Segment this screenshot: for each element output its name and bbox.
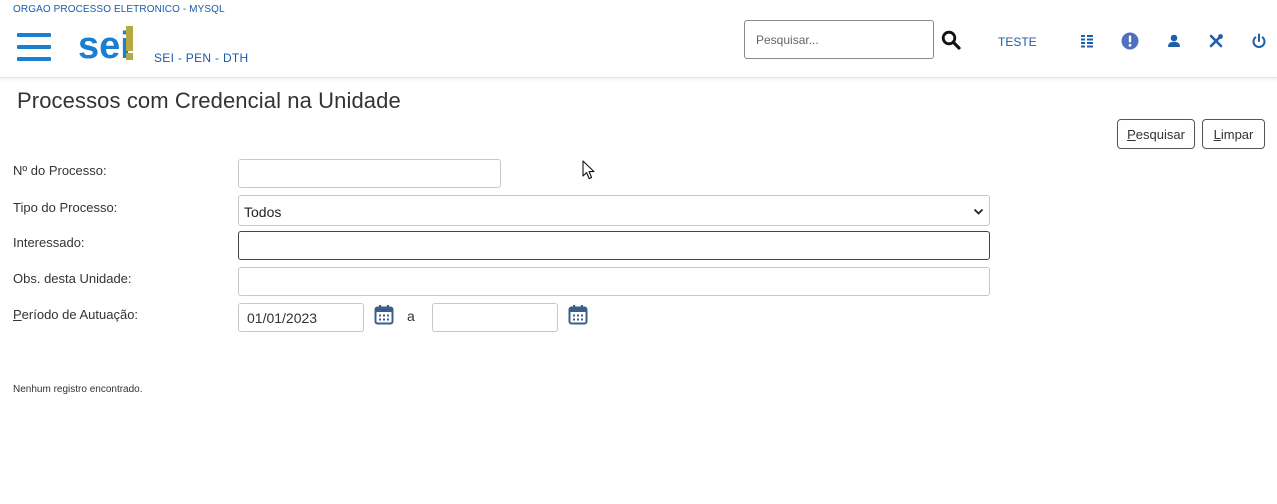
user-icon[interactable] bbox=[1165, 32, 1183, 50]
grid-list-icon[interactable] bbox=[1078, 32, 1096, 50]
clear-button[interactable]: Limpar bbox=[1202, 119, 1265, 149]
sei-logo[interactable]: sei bbox=[78, 22, 138, 64]
info-alert-icon[interactable] bbox=[1121, 32, 1139, 50]
period-start-input[interactable] bbox=[238, 303, 364, 332]
mouse-cursor-icon bbox=[582, 160, 595, 180]
calendar-icon[interactable] bbox=[568, 304, 588, 325]
unit-selector[interactable]: TESTE bbox=[998, 35, 1037, 49]
search-button[interactable]: Pesquisar bbox=[1117, 119, 1195, 149]
svg-text:sei: sei bbox=[78, 25, 131, 64]
obs-unit-label: Obs. desta Unidade: bbox=[13, 271, 132, 286]
process-type-select[interactable]: Todos bbox=[238, 195, 990, 226]
processo-number-input[interactable] bbox=[238, 159, 501, 188]
search-icon[interactable] bbox=[941, 30, 961, 50]
page-title: Processos com Credencial na Unidade bbox=[17, 88, 401, 113]
top-header: ORGAO PROCESSO ELETRONICO - MYSQL sei SE… bbox=[0, 0, 1277, 78]
period-separator: a bbox=[407, 308, 415, 324]
tools-icon[interactable] bbox=[1207, 32, 1225, 50]
calendar-icon[interactable] bbox=[374, 304, 394, 325]
processo-number-label: Nº do Processo: bbox=[13, 163, 107, 178]
process-type-value: Todos bbox=[244, 204, 282, 220]
process-type-label: Tipo do Processo: bbox=[13, 200, 118, 215]
period-end-input[interactable] bbox=[432, 303, 558, 332]
system-name: SEI - PEN - DTH bbox=[154, 51, 249, 65]
interessado-label: Interessado: bbox=[13, 235, 85, 250]
no-results-message: Nenhum registro encontrado. bbox=[13, 384, 143, 395]
power-icon[interactable] bbox=[1250, 32, 1268, 50]
period-label: Período de Autuação: bbox=[13, 307, 139, 322]
header-search-input[interactable] bbox=[744, 20, 934, 59]
interessado-input[interactable] bbox=[238, 231, 990, 260]
chevron-down-icon bbox=[973, 208, 984, 215]
menu-icon[interactable] bbox=[17, 33, 51, 61]
obs-unit-input[interactable] bbox=[238, 267, 990, 296]
org-name: ORGAO PROCESSO ELETRONICO - MYSQL bbox=[13, 4, 225, 15]
